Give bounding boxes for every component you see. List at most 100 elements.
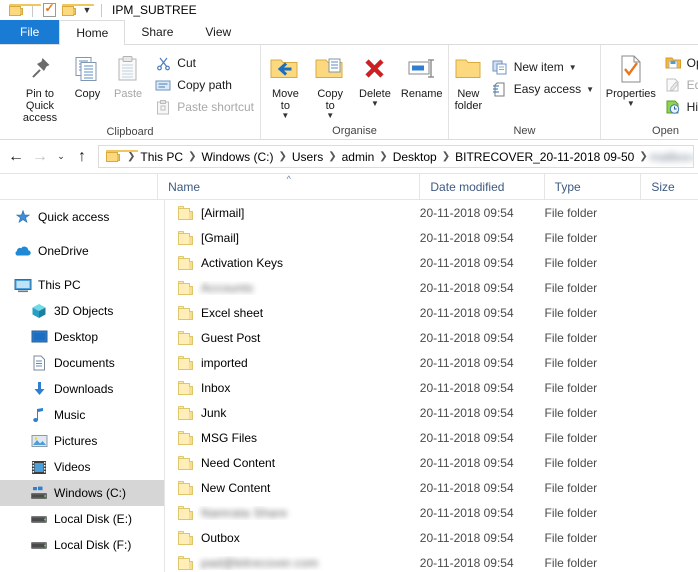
column-header-type[interactable]: Type (543, 174, 641, 199)
new-item-button[interactable]: New item ▼ (486, 56, 598, 78)
table-row[interactable]: Junk 20-11-2018 09:54 File folder (165, 400, 698, 425)
paste-button[interactable]: Paste (107, 50, 149, 100)
tab-view[interactable]: View (189, 20, 247, 44)
delete-button[interactable]: Delete ▼ (353, 50, 398, 108)
file-name-cell[interactable]: Accounts (165, 280, 420, 295)
copy-icon (73, 53, 101, 85)
file-name-cell[interactable]: New Content (165, 480, 420, 495)
sidebar-item-local-disk-e[interactable]: Local Disk (E:) (0, 506, 164, 532)
file-name-cell[interactable]: pad@bitrecover.com (165, 555, 420, 570)
properties-icon[interactable] (39, 1, 59, 19)
date-modified-cell: 20-11-2018 09:54 (419, 205, 514, 220)
sidebar-item-local-disk-f[interactable]: Local Disk (F:) (0, 532, 164, 558)
ribbon-tab-strip: File Home Share View (0, 20, 698, 45)
breadcrumb-redacted[interactable]: mailbox-name (650, 150, 693, 164)
table-row[interactable]: Need Content 20-11-2018 09:54 File folder (165, 450, 698, 475)
cut-button[interactable]: Cut (149, 52, 258, 74)
forward-button[interactable]: → (28, 145, 52, 169)
type-cell: File folder (544, 305, 598, 320)
sidebar-item-onedrive[interactable]: OneDrive (0, 238, 164, 264)
table-row[interactable]: Accounts 20-11-2018 09:54 File folder (165, 275, 698, 300)
up-button[interactable]: ↑ (70, 145, 94, 169)
breadcrumb-bitrecover[interactable]: BITRECOVER_20-11-2018 09-50 (452, 150, 637, 164)
table-row[interactable]: imported 20-11-2018 09:54 File folder (165, 350, 698, 375)
breadcrumb-users[interactable]: Users (289, 150, 326, 164)
file-name-cell[interactable]: Junk (165, 405, 420, 420)
file-name-cell[interactable]: [Gmail] (165, 230, 420, 245)
type-cell: File folder (544, 255, 598, 270)
edit-button[interactable]: Edit (659, 74, 698, 96)
copy-button[interactable]: Copy (68, 50, 107, 100)
recent-locations-button[interactable]: ⌄ (52, 145, 70, 169)
sidebar-item-this-pc[interactable]: This PC (0, 272, 164, 298)
file-name-cell[interactable]: Excel sheet (165, 305, 420, 320)
tab-share[interactable]: Share (125, 20, 189, 44)
back-button[interactable]: ← (4, 145, 28, 169)
sidebar-item-windows-c[interactable]: Windows (C:) (0, 480, 164, 506)
table-row[interactable]: Excel sheet 20-11-2018 09:54 File folder (165, 300, 698, 325)
sidebar-item-quick-access[interactable]: Quick access (0, 204, 164, 230)
sidebar-item-network[interactable]: Network (0, 566, 164, 572)
new-small-buttons: New item ▼ Easy access ▼ (486, 50, 598, 100)
sidebar-item-downloads[interactable]: Downloads (0, 376, 164, 402)
chevron-down-icon[interactable]: ▼ (627, 100, 635, 108)
file-name-cell[interactable]: MSG Files (165, 430, 420, 445)
open-button[interactable]: Open (659, 52, 698, 74)
pin-to-quick-access-button[interactable]: Pin to Quick access (12, 50, 68, 124)
sidebar-item-videos[interactable]: Videos (0, 454, 164, 480)
file-name-label: Outbox (201, 530, 240, 545)
chevron-down-icon[interactable]: ▼ (586, 85, 594, 94)
chevron-down-icon[interactable]: ▼ (371, 100, 379, 108)
column-header-name[interactable]: ^ Name (157, 174, 419, 199)
copy-path-button[interactable]: Copy path (149, 74, 258, 96)
new-folder-button[interactable]: New folder (451, 50, 486, 112)
file-name-cell[interactable]: Inbox (165, 380, 420, 395)
edit-label: Edit (686, 78, 698, 92)
copy-to-button[interactable]: Copy to ▼ (308, 50, 353, 120)
type-cell: File folder (544, 555, 598, 570)
column-header-date-modified[interactable]: Date modified (419, 174, 543, 199)
file-name-cell[interactable]: imported (165, 355, 420, 370)
chevron-down-icon[interactable]: ▼ (569, 63, 577, 72)
sidebar-item-music[interactable]: Music (0, 402, 164, 428)
file-name-cell[interactable]: [Airmail] (165, 205, 420, 220)
move-to-button[interactable]: Move to ▼ (263, 50, 308, 120)
folder-icon[interactable] (6, 1, 41, 19)
new-folder-icon[interactable] (59, 1, 94, 19)
breadcrumb-admin[interactable]: admin (339, 150, 378, 164)
sidebar-item-desktop[interactable]: Desktop (0, 324, 164, 350)
table-row[interactable]: Namrata Share 20-11-2018 09:54 File folder (165, 500, 698, 525)
paste-shortcut-button[interactable]: Paste shortcut (149, 96, 258, 118)
breadcrumb-desktop[interactable]: Desktop (390, 150, 440, 164)
chevron-down-icon[interactable]: ▼ (281, 112, 289, 120)
file-list[interactable]: [Airmail] 20-11-2018 09:54 File folder [Gma… (165, 200, 698, 572)
file-name-cell[interactable]: Guest Post (165, 330, 420, 345)
tab-file[interactable]: File (0, 20, 60, 44)
breadcrumb-windows-c[interactable]: Windows (C:) (198, 150, 276, 164)
table-row[interactable]: [Gmail] 20-11-2018 09:54 File folder (165, 225, 698, 250)
rename-button[interactable]: Rename (397, 50, 446, 100)
breadcrumb-this-pc[interactable]: This PC (137, 150, 186, 164)
table-row[interactable]: Activation Keys 20-11-2018 09:54 File fold… (165, 250, 698, 275)
table-row[interactable]: Outbox 20-11-2018 09:54 File folder (165, 525, 698, 550)
tab-home[interactable]: Home (59, 20, 126, 45)
sidebar-item-3d-objects[interactable]: 3D Objects (0, 298, 164, 324)
sidebar-item-documents[interactable]: Documents (0, 350, 164, 376)
chevron-down-icon[interactable]: ▼ (326, 112, 334, 120)
properties-button[interactable]: Properties ▼ (603, 50, 659, 108)
table-row[interactable]: Guest Post 20-11-2018 09:54 File folder (165, 325, 698, 350)
table-row[interactable]: MSG Files 20-11-2018 09:54 File folder (165, 425, 698, 450)
file-name-cell[interactable]: Namrata Share (165, 505, 420, 520)
easy-access-button[interactable]: Easy access ▼ (486, 78, 598, 100)
sidebar-item-pictures[interactable]: Pictures (0, 428, 164, 454)
table-row[interactable]: pad@bitrecover.com 20-11-2018 09:54 File f… (165, 550, 698, 572)
table-row[interactable]: Inbox 20-11-2018 09:54 File folder (165, 375, 698, 400)
file-name-cell[interactable]: Activation Keys (165, 255, 420, 270)
file-name-cell[interactable]: Outbox (165, 530, 420, 545)
breadcrumb[interactable]: ❯ This PC ❯ Windows (C:) ❯ Users ❯ admin… (98, 145, 694, 168)
file-name-cell[interactable]: Need Content (165, 455, 420, 470)
column-header-size[interactable]: Size (640, 174, 698, 199)
table-row[interactable]: [Airmail] 20-11-2018 09:54 File folder (165, 200, 698, 225)
table-row[interactable]: New Content 20-11-2018 09:54 File folder (165, 475, 698, 500)
history-button[interactable]: History (659, 96, 698, 118)
